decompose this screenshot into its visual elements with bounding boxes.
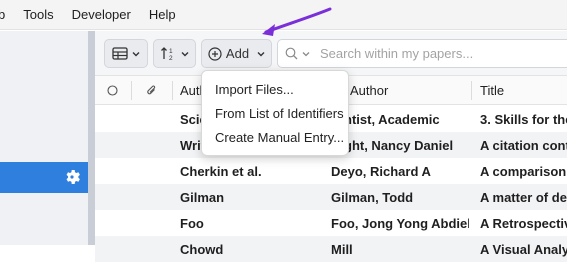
search-placeholder: Search within my papers... xyxy=(320,46,474,61)
column-separator[interactable] xyxy=(131,81,132,100)
sort-button[interactable]: 1 2 xyxy=(153,39,196,68)
chevron-down-icon xyxy=(257,51,265,56)
paperclip-icon xyxy=(147,85,156,95)
pane-divider[interactable] xyxy=(88,31,95,245)
chevron-down-icon[interactable] xyxy=(302,51,310,57)
sidebar-selected-item[interactable] xyxy=(0,162,88,193)
cell-first-author: Gilman, Todd xyxy=(331,189,414,205)
cell-author: Chowd xyxy=(180,241,224,257)
add-dropdown-menu: Import Files... From List of Identifiers… xyxy=(201,70,349,156)
gear-icon[interactable] xyxy=(64,169,80,185)
table-row[interactable]: Chowd Mill A Visual Analyti xyxy=(95,236,567,262)
svg-text:2: 2 xyxy=(169,55,173,61)
plus-circle-icon xyxy=(208,46,222,61)
menu-item-import-files[interactable]: Import Files... xyxy=(202,77,348,101)
cell-first-author: Mill xyxy=(331,241,353,257)
cell-first-author: Foo, Jong Yong Abdiel xyxy=(331,215,469,231)
add-button-label: Add xyxy=(225,46,250,61)
menu-item-from-identifiers[interactable]: From List of Identifiers xyxy=(202,101,348,125)
cell-author: Cherkin et al. xyxy=(180,163,262,179)
table-row[interactable]: Cherkin et al. Deyo, Richard A A compari… xyxy=(95,158,567,184)
menu-item-tools[interactable]: Tools xyxy=(14,7,62,22)
cell-title: A matter of deg xyxy=(480,189,567,205)
annotation-arrow-icon xyxy=(262,7,332,36)
cell-author: Gilman xyxy=(180,189,225,205)
column-header-title[interactable]: Title xyxy=(480,76,560,105)
svg-text:1: 1 xyxy=(169,48,173,55)
cell-first-author: Deyo, Richard A xyxy=(331,163,431,179)
menu-item-developer[interactable]: Developer xyxy=(63,7,140,22)
sort-icon: 1 2 xyxy=(161,47,173,61)
cell-first-author: ntist, Academic xyxy=(344,111,440,127)
column-header-attachment[interactable] xyxy=(146,76,162,105)
cell-first-author: ght, Nancy Daniel xyxy=(344,137,454,153)
chevron-down-icon xyxy=(132,51,140,56)
cell-title: A citation conte xyxy=(480,137,567,153)
column-separator[interactable] xyxy=(471,81,472,100)
search-input[interactable]: Search within my papers... xyxy=(277,39,567,68)
circle-icon xyxy=(107,85,118,96)
menu-item-help[interactable]: Help xyxy=(140,7,185,22)
column-separator[interactable] xyxy=(172,81,173,100)
column-header-first-author[interactable]: Author xyxy=(350,76,460,105)
add-button[interactable]: Add xyxy=(201,39,272,68)
cell-title: A Retrospective xyxy=(480,215,567,231)
cell-author: Foo xyxy=(180,215,204,231)
view-mode-button[interactable] xyxy=(104,39,148,68)
cell-title: 3. Skills for the xyxy=(480,111,567,127)
table-row[interactable]: Gilman Gilman, Todd A matter of deg xyxy=(95,184,567,210)
table-view-icon xyxy=(112,47,128,60)
cell-title: A Visual Analyti xyxy=(480,241,567,257)
menu-item-b[interactable]: b xyxy=(0,7,14,22)
table-row[interactable]: Foo Foo, Jong Yong Abdiel A Retrospectiv… xyxy=(95,210,567,236)
cell-title: A comparison o xyxy=(480,163,567,179)
search-icon xyxy=(285,47,298,60)
menu-item-manual-entry[interactable]: Create Manual Entry... xyxy=(202,125,348,149)
sidebar xyxy=(0,31,88,245)
column-header-read-status[interactable] xyxy=(107,76,121,105)
chevron-down-icon xyxy=(181,51,189,56)
